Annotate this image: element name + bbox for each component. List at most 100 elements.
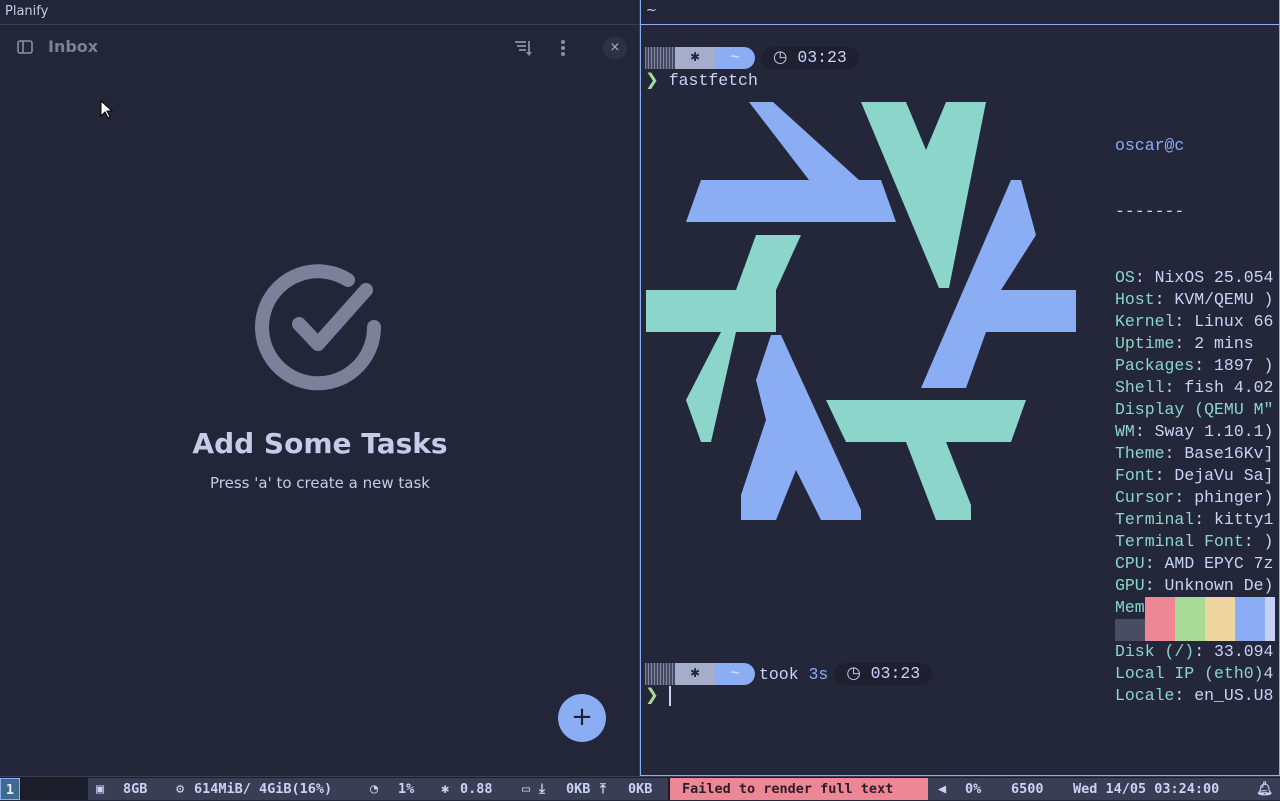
text-cursor: [668, 685, 671, 706]
info-colon: :: [1144, 576, 1155, 595]
info-colon: :: [1194, 642, 1205, 661]
load-value: 0.88: [460, 781, 493, 797]
datetime: Wed 14/05 03:24:00: [1073, 781, 1220, 797]
empty-state-title: Add Some Tasks: [192, 427, 448, 460]
palette-swatch: [1205, 597, 1235, 641]
right-stats: ◀ 0% 6500 Wed 14/05 03:24:00 🔔︎: [928, 778, 1280, 800]
error-message: Failed to render full text: [670, 778, 928, 800]
info-colon: :: [1164, 378, 1175, 397]
palette-swatch: [1115, 619, 1145, 641]
info-value: 33.094: [1204, 642, 1274, 661]
empty-state-subtitle: Press 'a' to create a new task: [210, 474, 430, 492]
prompt-bar: ✱ ~ took 3s ◷ 03:23: [645, 663, 933, 685]
os-icon: ✱: [675, 663, 715, 685]
info-line: Host: KVM/QEMU ): [1115, 289, 1273, 311]
info-value: fish 4.02: [1174, 378, 1274, 397]
info-key: CPU: [1115, 554, 1145, 573]
info-colon: :: [1174, 334, 1185, 353]
volume-icon[interactable]: ◀: [938, 781, 946, 797]
more-menu-icon[interactable]: [558, 39, 568, 57]
planify-window: Planify Inbox × Add Some Tasks Press 'a'…: [0, 0, 640, 776]
info-line: Theme: Base16Kv]: [1115, 443, 1273, 465]
info-line: Disk (/): 33.094: [1115, 641, 1273, 663]
sort-icon[interactable]: [514, 39, 532, 57]
info-line: OS: NixOS 25.054: [1115, 267, 1273, 289]
prompt-char: ❯: [645, 686, 659, 705]
cpu-icon: ◔: [370, 781, 379, 797]
upload-value: 0KB: [628, 781, 653, 797]
info-value: AMD EPYC 7z: [1154, 554, 1274, 573]
info-key: Font: [1115, 466, 1155, 485]
info-colon: :: [1154, 290, 1165, 309]
info-key: GPU: [1115, 576, 1145, 595]
workspace-1[interactable]: 1: [0, 778, 20, 800]
sidebar-toggle-icon[interactable]: [17, 40, 33, 55]
info-line: Uptime: 2 mins: [1115, 333, 1273, 355]
took-label: took: [759, 664, 799, 684]
info-colon: :: [1174, 686, 1185, 705]
info-key: Cursor: [1115, 488, 1175, 507]
disk-icon: ▣: [96, 781, 105, 797]
prompt-decoration: [645, 663, 675, 685]
status-bar: 1 ▣ 8GB ⚙ 614MiB/ 4GiB(16%) ◔ 1% ✱ 0.88 ▭ ⤓ 0K…: [0, 776, 1280, 800]
info-key: Terminal Font: [1115, 532, 1244, 551]
info-key: Kernel: [1115, 312, 1175, 331]
info-value: NixOS 25.054: [1144, 268, 1274, 287]
info-key: OS: [1115, 268, 1135, 287]
info-line: Local IP (eth0)4: [1115, 663, 1273, 685]
download-value: 0KB: [566, 781, 591, 797]
close-button[interactable]: ×: [603, 36, 627, 60]
logo-segment: [686, 102, 896, 222]
info-key: Theme: [1115, 444, 1165, 463]
info-value: phinger): [1184, 488, 1274, 507]
add-task-button[interactable]: +: [558, 694, 606, 742]
info-line: Locale: en_US.U8: [1115, 685, 1273, 707]
header-title: Inbox: [48, 37, 99, 56]
info-key: Terminal: [1115, 510, 1195, 529]
notification-bell-icon[interactable]: 🔔︎: [1256, 781, 1273, 797]
disk-value: 8GB: [123, 781, 148, 797]
info-line: Packages: 1897 ): [1115, 355, 1273, 377]
info-value: Linux 66: [1184, 312, 1274, 331]
memory-value: 614MiB/ 4GiB(16%): [194, 781, 333, 797]
info-line: GPU: Unknown De): [1115, 575, 1273, 597]
brightness-value: 6500: [1011, 781, 1044, 797]
prompt-time: 03:23: [870, 664, 921, 683]
palette-swatch: [1265, 597, 1275, 641]
info-line: Display (QEMU M": [1115, 399, 1273, 421]
info-colon: :: [1243, 532, 1254, 551]
prompt-dir: ~: [715, 663, 755, 685]
info-value: 1897 ): [1204, 356, 1274, 375]
took-value: 3s: [808, 664, 829, 684]
info-line: Cursor: phinger): [1115, 487, 1273, 509]
info-key: Display (QEMU M": [1115, 400, 1274, 419]
info-colon: :: [1194, 356, 1205, 375]
info-line: Font: DejaVu Sa]: [1115, 465, 1273, 487]
cpu-value: 1%: [398, 781, 415, 797]
info-line: Kernel: Linux 66: [1115, 311, 1273, 333]
info-key: Packages: [1115, 356, 1195, 375]
load-icon: ✱: [441, 781, 450, 797]
info-value: en_US.U8: [1184, 686, 1274, 705]
volume-value[interactable]: 0%: [965, 781, 981, 797]
palette-swatch: [1235, 597, 1265, 641]
info-line: CPU: AMD EPYC 7z: [1115, 553, 1273, 575]
info-key: Host: [1115, 290, 1155, 309]
info-value: Base16Kv]: [1174, 444, 1274, 463]
mouse-cursor-icon: [100, 100, 114, 119]
download-icon: ⤓: [539, 781, 545, 797]
info-key: Locale: [1115, 686, 1175, 705]
header-bar: Inbox ×: [0, 25, 639, 71]
terminal-window[interactable]: ~ ✱ ~ ◷ 03:23 ❯ fastfetch oscar@c ------…: [640, 0, 1280, 776]
info-key: Shell: [1115, 378, 1165, 397]
info-value: 2 mins: [1184, 334, 1254, 353]
info-value: Unknown De): [1154, 576, 1274, 595]
info-value: ): [1253, 532, 1274, 551]
info-colon: :: [1134, 422, 1145, 441]
info-key: Uptime: [1115, 334, 1175, 353]
info-value: Sway 1.10.1): [1144, 422, 1274, 441]
separator: -------: [1115, 202, 1185, 221]
info-value: kitty1: [1204, 510, 1274, 529]
info-colon: :: [1194, 510, 1205, 529]
info-colon: :: [1154, 466, 1165, 485]
